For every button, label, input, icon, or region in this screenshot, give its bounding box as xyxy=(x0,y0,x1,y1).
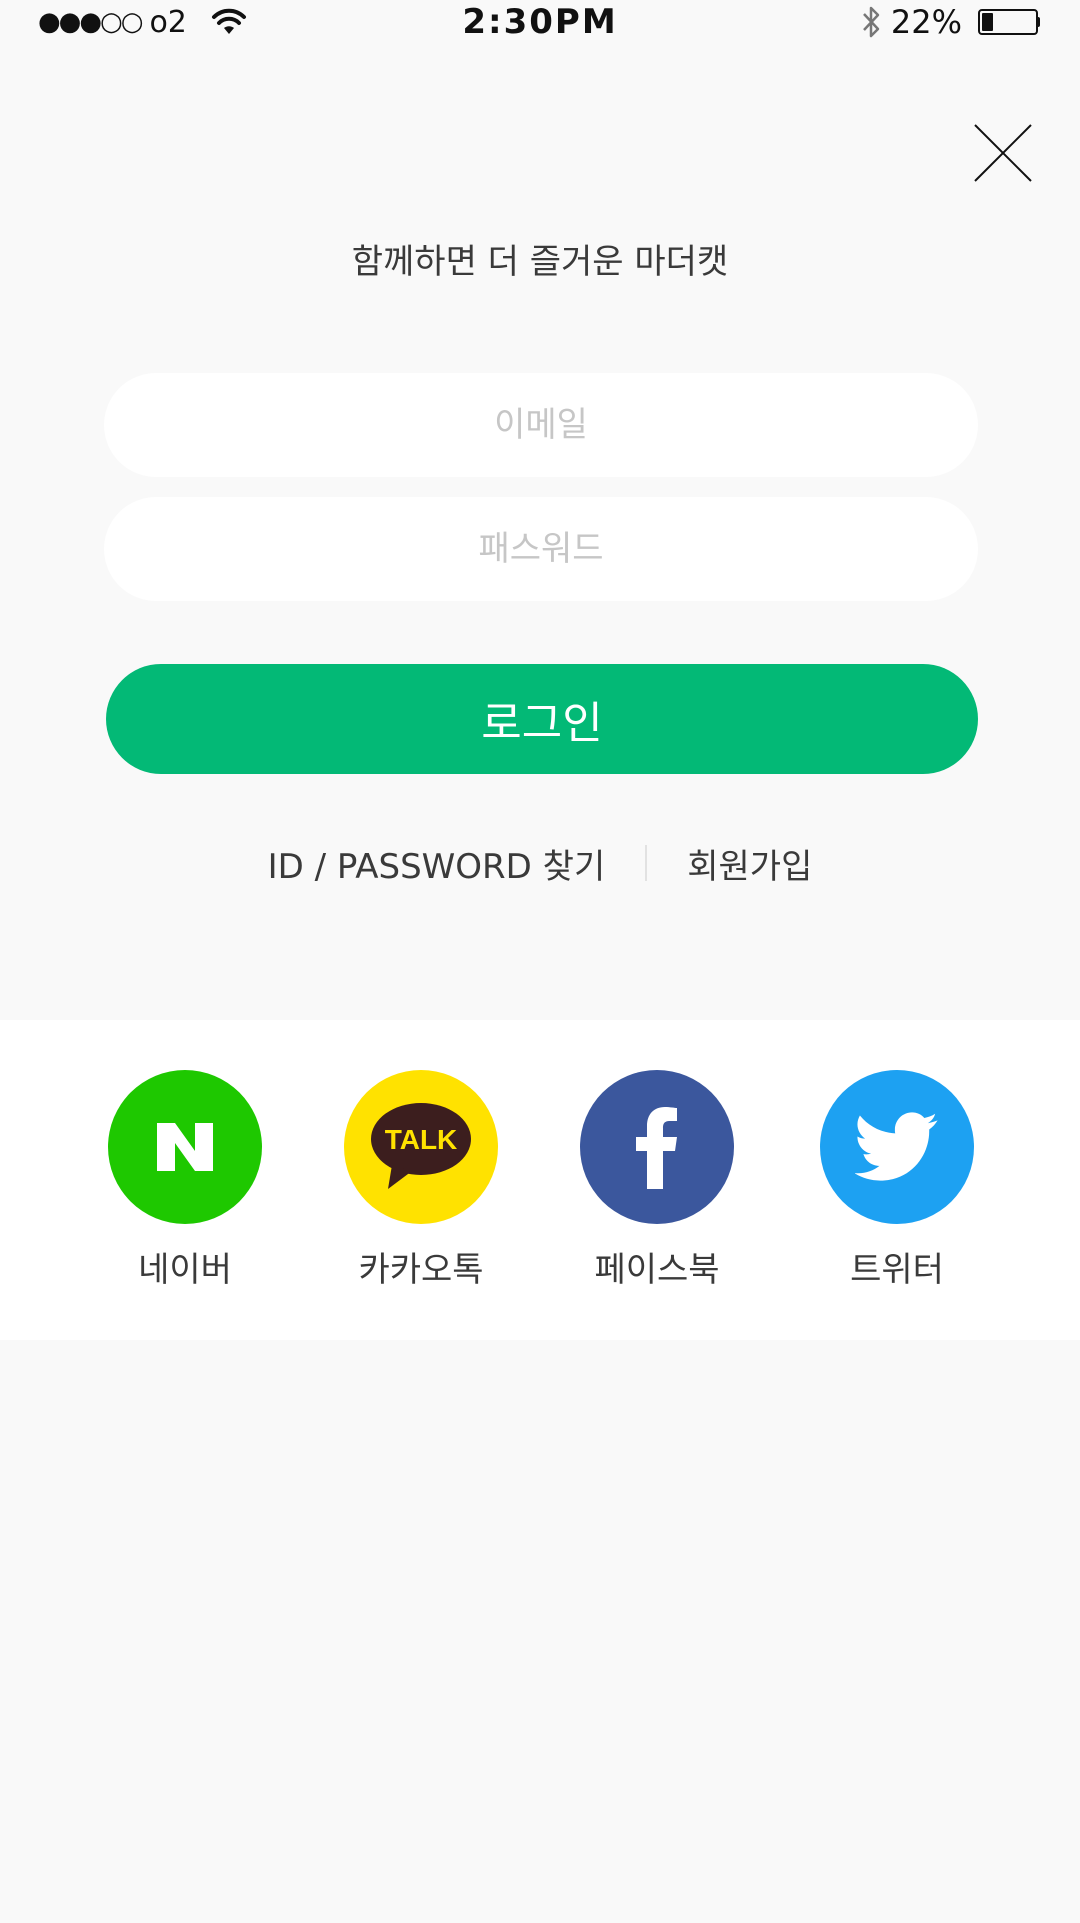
social-login-facebook[interactable]: 페이스북 xyxy=(557,1070,757,1291)
status-right: 22% xyxy=(861,0,1040,44)
social-login-kakaotalk[interactable]: TALK 카카오톡 xyxy=(321,1070,521,1291)
password-field[interactable] xyxy=(104,497,978,601)
kakaotalk-circle[interactable]: TALK xyxy=(344,1070,498,1224)
close-button[interactable] xyxy=(972,122,1034,184)
naver-icon xyxy=(157,1123,213,1171)
bluetooth-icon xyxy=(862,6,880,38)
email-field[interactable] xyxy=(104,373,978,477)
social-label-twitter: 트위터 xyxy=(850,1250,944,1290)
social-login-panel: 네이버 TALK 카카오톡 페이스북 트위터 xyxy=(0,1020,1080,1340)
status-bar: ●●●○○ o2 2:30PM 22% xyxy=(0,0,1080,44)
battery-nub xyxy=(1036,17,1040,27)
social-login-naver[interactable]: 네이버 xyxy=(85,1070,285,1291)
battery-fill xyxy=(982,13,993,31)
facebook-icon xyxy=(636,1107,677,1189)
battery-percent: 22% xyxy=(890,3,962,41)
links-divider xyxy=(645,845,648,881)
social-label-facebook: 페이스북 xyxy=(594,1250,720,1290)
tagline: 함께하면 더 즐거운 마더캣 xyxy=(351,242,729,282)
battery-icon xyxy=(978,9,1040,35)
login-button[interactable]: 로그인 xyxy=(106,664,978,774)
social-label-kakaotalk: 카카오톡 xyxy=(358,1250,484,1290)
kakaotalk-glyph: TALK xyxy=(385,1124,458,1155)
kakaotalk-icon: TALK xyxy=(371,1103,471,1189)
find-id-password-link[interactable]: ID / PASSWORD 찾기 xyxy=(268,839,606,888)
account-links: ID / PASSWORD 찾기 회원가입 xyxy=(0,838,1080,888)
facebook-circle[interactable] xyxy=(580,1070,734,1224)
naver-circle[interactable] xyxy=(108,1070,262,1224)
social-login-twitter[interactable]: 트위터 xyxy=(797,1070,997,1291)
twitter-icon xyxy=(855,1112,938,1181)
login-screen: ●●●○○ o2 2:30PM 22% 함께하면 더 즐거운 마더캣 이메일 로… xyxy=(0,0,1080,1923)
signup-link[interactable]: 회원가입 xyxy=(687,839,812,888)
twitter-circle[interactable] xyxy=(820,1070,974,1224)
close-icon xyxy=(974,124,1032,182)
social-label-naver: 네이버 xyxy=(138,1250,232,1290)
